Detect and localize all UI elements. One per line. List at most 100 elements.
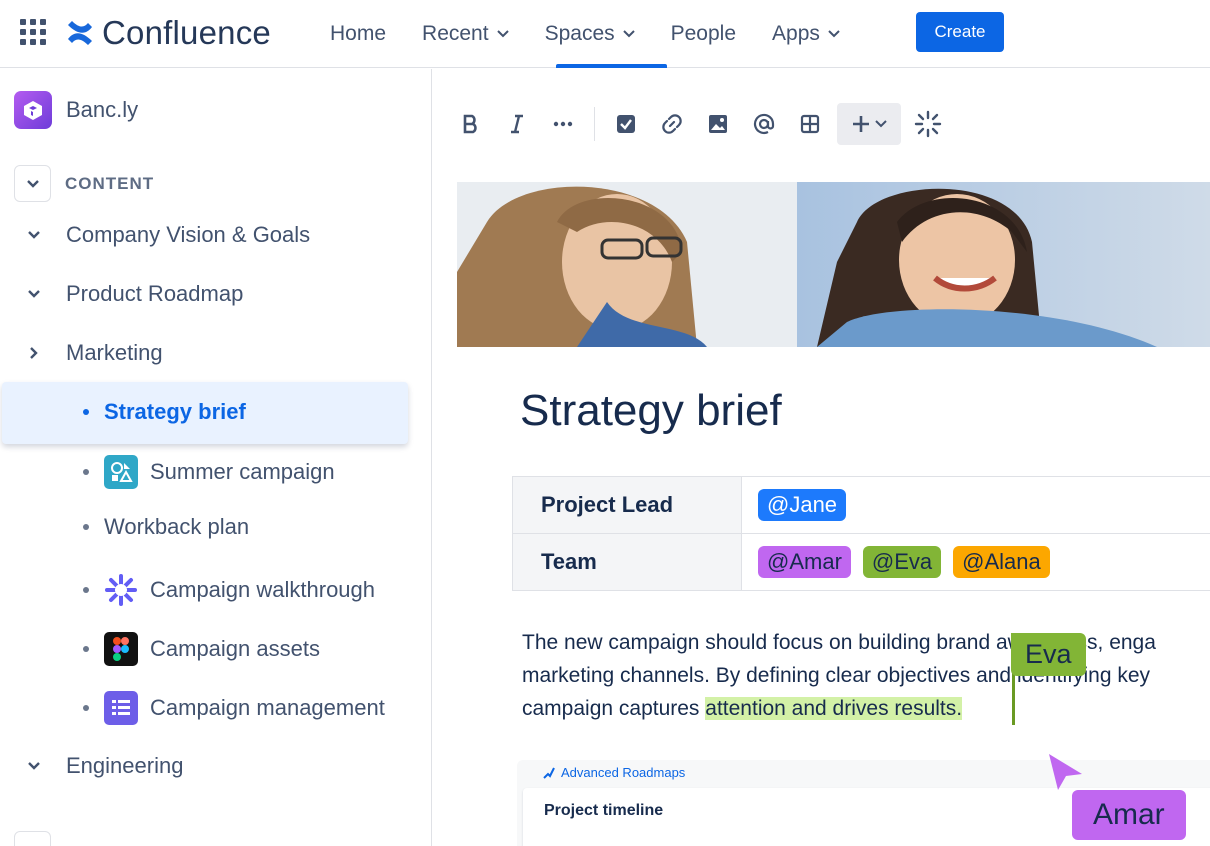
chevron-down-icon[interactable] (22, 282, 46, 306)
chevron-down-icon (828, 30, 840, 38)
plus-icon (853, 116, 869, 132)
page-body-paragraph[interactable]: The new campaign should focus on buildin… (522, 626, 1210, 725)
link-icon (662, 114, 682, 134)
chevron-down-icon (622, 30, 635, 38)
page-title[interactable]: Strategy brief (520, 386, 782, 436)
sidebar-child-campaign-assets[interactable]: Campaign assets (0, 632, 320, 666)
bullet-icon (83, 469, 89, 475)
content-section-label: CONTENT (65, 173, 155, 193)
list-icon (104, 691, 138, 725)
nav-people[interactable]: People (653, 0, 754, 68)
sidebar-child-label: Summer campaign (150, 459, 335, 484)
sidebar-child-campaign-management[interactable]: Campaign management (0, 691, 385, 725)
sidebar-item-engineering[interactable]: Engineering (0, 753, 183, 779)
mention-button[interactable] (741, 101, 787, 147)
more-formatting-button[interactable] (540, 101, 586, 147)
ai-button[interactable] (905, 101, 951, 147)
nav-people-label: People (670, 22, 737, 45)
collaborator-cursor-amar: Amar (1072, 790, 1186, 840)
table-icon (800, 114, 820, 134)
chevron-down-icon (26, 179, 39, 188)
paragraph-text: campaign captures (522, 697, 706, 720)
chevron-right-icon[interactable] (22, 341, 46, 365)
content-collapse-button[interactable] (14, 165, 51, 202)
roadmap-embed-header: Advanced Roadmaps (543, 765, 685, 780)
nav-recent-label: Recent (422, 22, 489, 45)
project-lead-label: Project Lead (512, 476, 742, 534)
image-icon (709, 115, 727, 133)
chevron-down-icon[interactable] (22, 754, 46, 778)
roadmap-embed-label: Advanced Roadmaps (561, 765, 686, 780)
paragraph-line: marketing channels. By defining clear ob… (522, 664, 1151, 687)
roadmap-icon (543, 767, 555, 779)
app-switcher-icon[interactable] (20, 19, 46, 45)
checkbox-icon (617, 115, 635, 133)
space-name: Banc.ly (66, 97, 139, 122)
project-lead-cell[interactable]: @Jane (741, 476, 1210, 534)
sidebar-child-summer-campaign[interactable]: Summer campaign (0, 455, 335, 489)
nav-apps[interactable]: Apps (754, 0, 858, 68)
sidebar-child-workback-plan[interactable]: Workback plan (0, 514, 249, 540)
bullet-icon (83, 646, 89, 652)
mention-jane[interactable]: @Jane (758, 489, 847, 521)
bullet-icon (83, 587, 89, 593)
paragraph-line: The new campaign should focus on buildin… (522, 631, 1156, 654)
top-navigation: Confluence Home Recent Spaces People App… (0, 0, 1210, 68)
sidebar-item-product-roadmap[interactable]: Product Roadmap (0, 281, 243, 307)
loom-icon (104, 573, 138, 607)
sidebar-child-label: Campaign assets (150, 636, 320, 661)
sidebar-child-label: Workback plan (104, 514, 250, 539)
italic-button[interactable] (494, 101, 540, 147)
table-row: Project Lead @Jane (512, 476, 1210, 534)
main-nav: Home Recent Spaces People Apps (312, 0, 858, 68)
create-button[interactable]: Create (916, 12, 1004, 52)
chevron-down-icon (875, 120, 887, 128)
sidebar-child-label: Campaign walkthrough (150, 577, 376, 602)
content-section-header: CONTENT (14, 165, 154, 202)
sidebar-item-label: Product Roadmap (66, 281, 244, 306)
space-header[interactable]: Banc.ly (14, 91, 138, 129)
editor-toolbar (448, 100, 951, 148)
sidebar-child-campaign-walkthrough[interactable]: Campaign walkthrough (0, 573, 375, 607)
bold-icon (463, 114, 477, 134)
italic-icon (511, 114, 523, 134)
active-nav-indicator (556, 64, 667, 68)
nav-home-label: Home (330, 22, 387, 45)
roadmap-title: Project timeline (544, 802, 664, 819)
nav-apps-label: Apps (772, 22, 820, 45)
nav-spaces[interactable]: Spaces (527, 0, 653, 68)
action-item-button[interactable] (603, 101, 649, 147)
insert-menu-button[interactable] (837, 103, 901, 145)
chevron-down-icon[interactable] (22, 223, 46, 247)
link-button[interactable] (649, 101, 695, 147)
confluence-logo-icon (68, 21, 92, 45)
nav-home[interactable]: Home (312, 0, 404, 68)
amar-pointer-icon (1049, 754, 1082, 790)
image-button[interactable] (695, 101, 741, 147)
confluence-logo[interactable]: Confluence (66, 14, 271, 52)
sidebar-item-marketing[interactable]: Marketing (0, 340, 163, 366)
sidebar-item-label: Engineering (66, 753, 184, 778)
mention-amar[interactable]: @Amar (758, 546, 851, 578)
sidebar-child-strategy-brief[interactable]: Strategy brief (0, 399, 246, 425)
bullet-icon (83, 409, 89, 415)
bullet-icon (83, 705, 89, 711)
space-sidebar: Banc.ly CONTENT Company Vision & Goals P… (0, 69, 432, 846)
sidebar-item-company-vision[interactable]: Company Vision & Goals (0, 222, 310, 248)
mention-alana[interactable]: @Alana (953, 546, 1050, 578)
page-cover-image (457, 182, 1210, 347)
table-button[interactable] (787, 101, 833, 147)
project-info-table: Project Lead @Jane Team @Amar @Eva @Alana (512, 476, 1210, 591)
sidebar-item-label: Company Vision & Goals (66, 222, 311, 247)
bold-button[interactable] (448, 101, 494, 147)
chevron-down-icon (496, 30, 509, 38)
team-label: Team (512, 533, 742, 591)
nav-recent[interactable]: Recent (404, 0, 527, 68)
more-icon (553, 121, 573, 127)
table-row: Team @Amar @Eva @Alana (512, 533, 1210, 591)
team-cell[interactable]: @Amar @Eva @Alana (741, 533, 1210, 591)
mention-eva[interactable]: @Eva (862, 546, 942, 578)
apps-section-toggle[interactable] (14, 831, 51, 846)
toolbar-divider (594, 107, 595, 141)
whiteboard-icon (104, 455, 138, 489)
